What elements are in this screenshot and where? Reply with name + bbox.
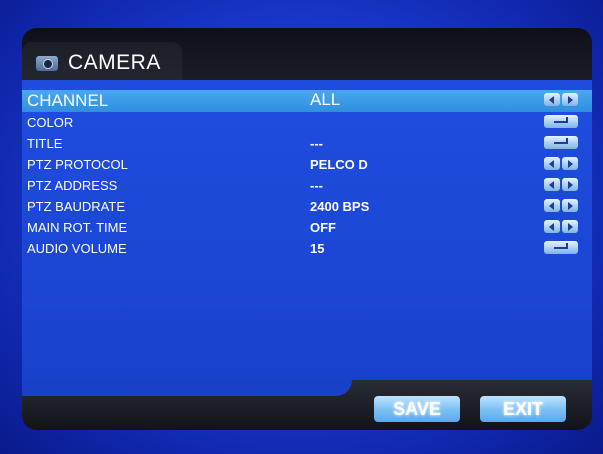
menu-item-main-rot-time[interactable]: MAIN ROT. TIME OFF [22,217,592,238]
enter-icon[interactable] [544,241,578,254]
panel-footer: SAVE EXIT [22,380,592,430]
menu-item-label: PTZ PROTOCOL [27,157,128,172]
arrow-right-icon[interactable] [562,93,578,106]
menu-item-audio-volume[interactable]: AUDIO VOLUME 15 [22,238,592,259]
enter-control [544,241,578,255]
arrow-right-icon[interactable] [562,178,578,191]
value-arrows [544,93,578,107]
menu-item-ptz-address[interactable]: PTZ ADDRESS --- [22,175,592,196]
value-arrows [544,199,578,213]
value-arrows [544,157,578,171]
menu-item-label: TITLE [27,136,63,151]
menu-item-channel[interactable]: CHANNEL ALL [22,90,592,112]
value-arrows [544,178,578,192]
arrow-left-icon[interactable] [544,178,560,191]
arrow-right-icon[interactable] [562,220,578,233]
arrow-right-icon[interactable] [562,199,578,212]
menu-item-label: AUDIO VOLUME [27,241,127,256]
menu-item-value: --- [310,136,323,151]
menu-item-label: PTZ BAUDRATE [27,199,125,214]
menu-item-value: OFF [310,220,336,235]
menu-item-label: CHANNEL [27,91,109,110]
menu-item-color[interactable]: COLOR [22,112,592,133]
menu-item-label: PTZ ADDRESS [27,178,118,193]
footer-cutout [22,380,352,396]
menu-item-label: MAIN ROT. TIME [27,220,128,235]
enter-icon[interactable] [544,115,578,128]
arrow-left-icon[interactable] [544,157,560,170]
arrow-left-icon[interactable] [544,199,560,212]
settings-menu: CHANNEL ALL COLOR TITLE --- PTZ PROTOCOL [22,90,592,259]
value-arrows [544,220,578,234]
enter-control [544,136,578,150]
menu-item-value: 15 [310,241,325,256]
arrow-left-icon[interactable] [544,220,560,233]
enter-icon[interactable] [544,136,578,149]
menu-item-value: 2400 BPS [310,199,370,214]
menu-item-value: PELCO D [310,157,368,172]
menu-item-title[interactable]: TITLE --- [22,133,592,154]
page-title: CAMERA [68,51,161,74]
menu-item-value: ALL [310,90,341,109]
menu-item-label: COLOR [27,115,74,130]
menu-item-ptz-protocol[interactable]: PTZ PROTOCOL PELCO D [22,154,592,175]
arrow-right-icon[interactable] [562,157,578,170]
camera-icon [36,56,58,71]
tv-screen: CAMERA CHANNEL ALL COLOR TITLE --- PTZ P… [0,0,603,454]
save-button[interactable]: SAVE [374,396,460,422]
enter-control [544,115,578,129]
exit-button[interactable]: EXIT [480,396,566,422]
arrow-left-icon[interactable] [544,93,560,106]
panel-header: CAMERA [22,28,592,80]
camera-settings-panel: CAMERA CHANNEL ALL COLOR TITLE --- PTZ P… [22,28,592,430]
menu-item-value: --- [310,178,323,193]
menu-item-ptz-baudrate[interactable]: PTZ BAUDRATE 2400 BPS [22,196,592,217]
